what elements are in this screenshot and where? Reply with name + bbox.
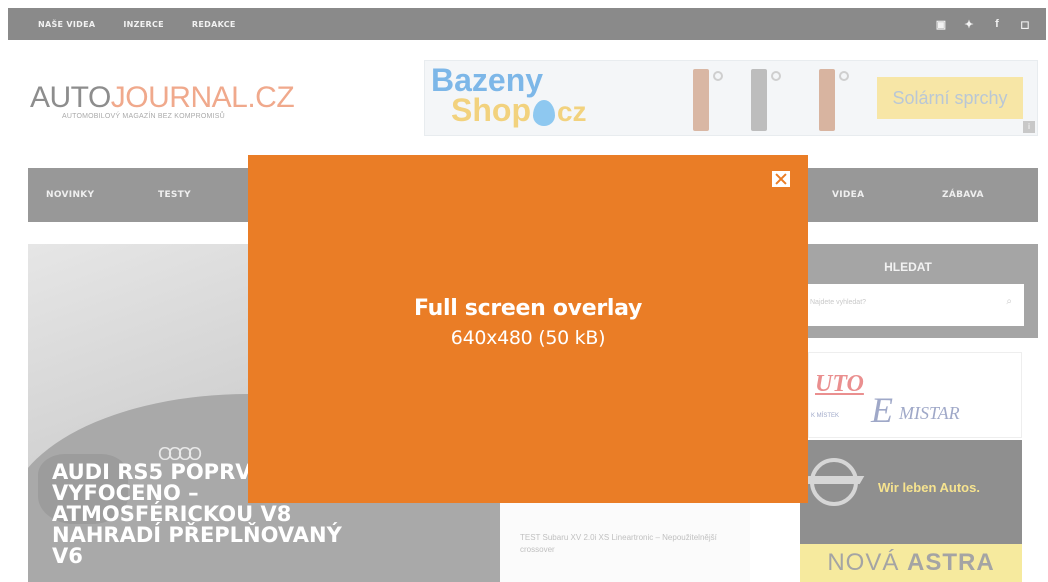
- main-nav-videos[interactable]: VIDEA: [832, 168, 864, 222]
- search-input[interactable]: Najdete vyhledat? ⌕: [806, 284, 1024, 326]
- top-nav: NAŠE VIDEA INZERCE REDAKCE: [38, 8, 236, 40]
- center-article[interactable]: TEST Subaru XV 2.0i XS Lineartronic – Ne…: [500, 500, 750, 582]
- ad-info-icon[interactable]: i: [1023, 121, 1035, 133]
- logo-tagline: AUTOMOBILOVÝ MAGAZÍN BEZ KOMPROMISŮ: [62, 113, 225, 120]
- ad1-small: K MÍSTEK: [811, 413, 840, 419]
- shower-image: [751, 69, 767, 131]
- youtube-icon[interactable]: ▣: [934, 18, 948, 31]
- close-icon[interactable]: [772, 171, 790, 187]
- ad-brand-tld: cz: [556, 96, 587, 127]
- search-placeholder: Najdete vyhledat?: [810, 299, 867, 306]
- opel-slogan: Wir leben Autos.: [878, 480, 980, 495]
- shower-head-icon: [771, 71, 781, 81]
- search-icon[interactable]: ⌕: [1006, 296, 1012, 307]
- top-nav-advertising[interactable]: INZERCE: [123, 20, 164, 29]
- ad-cta-button[interactable]: Solární sprchy: [877, 77, 1023, 119]
- water-drop-icon: [532, 99, 555, 126]
- ad-brand: Bazeny Shop cz: [431, 62, 587, 128]
- sidebar-ad-opel[interactable]: Wir leben Autos. NOVÁ ASTRA: [800, 440, 1022, 582]
- shower-image: [819, 69, 835, 131]
- ad1-part2: E: [871, 390, 893, 430]
- opel-bolt-icon: [803, 476, 865, 484]
- header-ad-banner[interactable]: Bazeny Shop cz Solární sprchy i: [424, 60, 1038, 136]
- twitter-icon[interactable]: ✦: [962, 18, 976, 31]
- site-logo[interactable]: AUTOJOURNAL.CZ AUTOMOBILOVÝ MAGAZÍN BEZ …: [30, 81, 295, 121]
- ad-brand-line1: Bazeny: [431, 62, 544, 98]
- main-nav-fun[interactable]: ZÁBAVA: [942, 168, 984, 222]
- center-article-title[interactable]: TEST Subaru XV 2.0i XS Lineartronic – Ne…: [520, 532, 720, 556]
- sidebar-ad-automistar[interactable]: UTO E MISTAR K MÍSTEK: [808, 352, 1022, 438]
- astra-bold: ASTRA: [907, 549, 995, 576]
- facebook-icon[interactable]: f: [990, 18, 1004, 30]
- shower-image: [693, 69, 709, 131]
- shower-head-icon: [713, 71, 723, 81]
- astra-banner[interactable]: NOVÁ ASTRA: [800, 544, 1022, 582]
- top-nav-editorial[interactable]: REDAKCE: [192, 20, 236, 29]
- fullscreen-overlay-ad[interactable]: Full screen overlay 640x480 (50 kB): [248, 155, 808, 503]
- social-links: ▣ ✦ f ◻: [934, 8, 1032, 40]
- top-nav-videos[interactable]: NAŠE VIDEA: [38, 20, 95, 29]
- ad1-part1: UTO: [815, 371, 864, 397]
- top-bar: NAŠE VIDEA INZERCE REDAKCE ▣ ✦ f ◻: [8, 8, 1046, 40]
- ad-brand-line2: Shop: [451, 92, 531, 128]
- astra-light: NOVÁ: [827, 549, 907, 576]
- ad1-part3: MISTAR: [899, 403, 960, 423]
- shower-head-icon: [839, 71, 849, 81]
- main-nav-news[interactable]: NOVINKY: [46, 168, 94, 222]
- search-title: HLEDAT: [884, 260, 932, 274]
- sidebar-search: HLEDAT Najdete vyhledat? ⌕: [778, 244, 1038, 338]
- logo-auto: AUTO: [30, 81, 111, 114]
- overlay-title: Full screen overlay: [413, 296, 643, 321]
- logo-journal: JOURNAL.CZ: [110, 81, 295, 114]
- overlay-subtitle: 640x480 (50 kB): [450, 327, 606, 349]
- main-nav-tests[interactable]: TESTY: [158, 168, 191, 222]
- instagram-icon[interactable]: ◻: [1018, 18, 1032, 31]
